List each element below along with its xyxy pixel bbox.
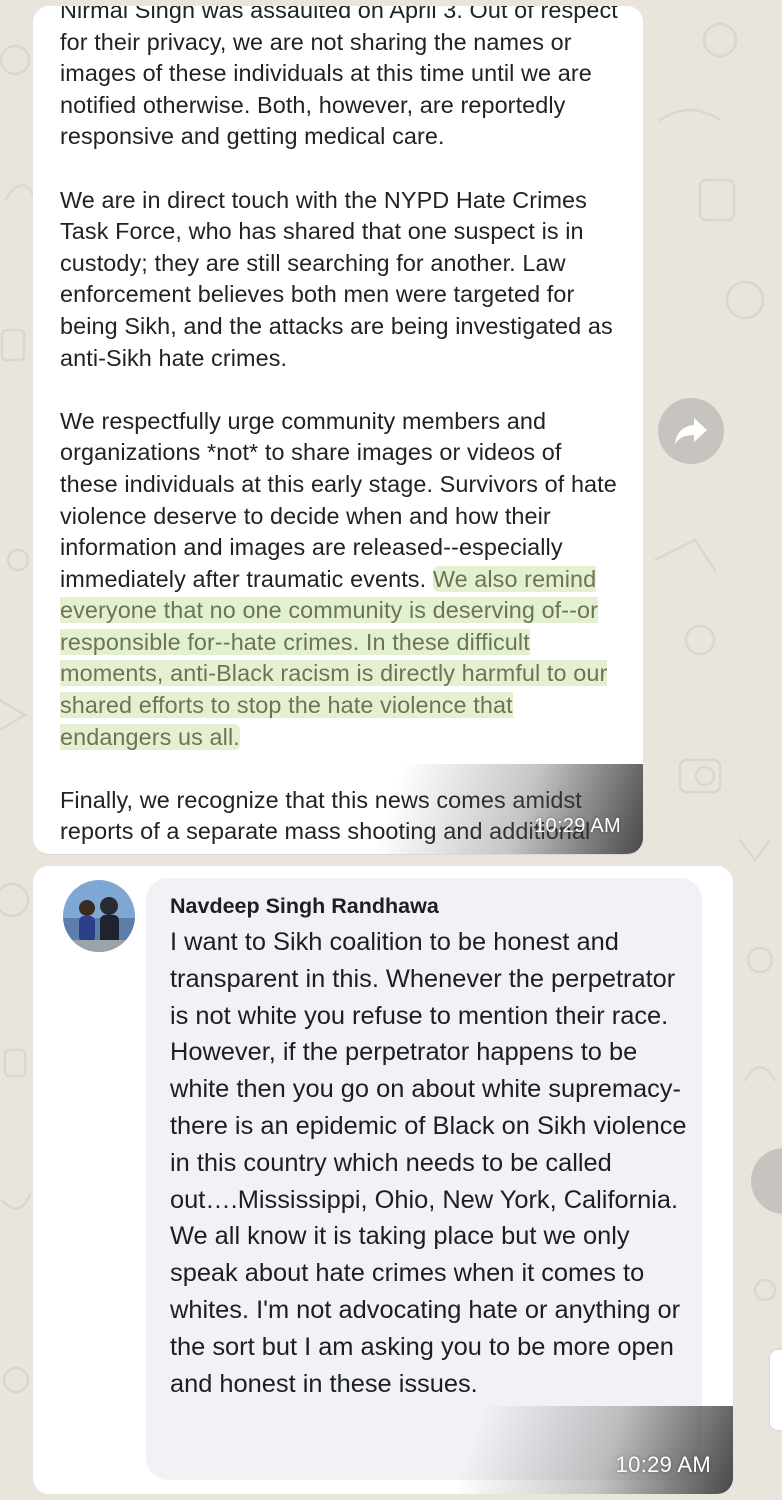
message-bubble-forwarded[interactable]: Nirmal Singh was assaulted on April 3. O… [33,6,643,854]
forward-button[interactable] [658,398,724,464]
message-paragraph-3: We respectfully urge community members a… [60,406,625,754]
message-paragraph-2: We are in direct touch with the NYPD Hat… [60,186,613,371]
message-paragraph-1: Nirmal Singh was assaulted on April 3. O… [60,6,618,150]
timestamp-shade [373,764,643,854]
message-text: Nirmal Singh was assaulted on April 3. O… [60,6,625,848]
message-bubble-image[interactable]: Navdeep Singh Randhawa I want to Sikh co… [33,866,733,1494]
comment-bubble: Navdeep Singh Randhawa I want to Sikh co… [146,878,702,1480]
message-paragraph-3-text: We respectfully urge community members a… [60,407,617,592]
message-timestamp: 10:29 AM [615,1452,711,1477]
forward-arrow-icon [675,418,707,444]
timestamp-shade [453,1406,733,1494]
comment-text: I want to Sikh coalition to be honest an… [170,928,687,1398]
avatar [63,880,135,952]
message-timestamp: 10:29 AM [534,815,621,837]
offscreen-bubble-edge [770,1350,782,1430]
comment-author: Navdeep Singh Randhawa [170,894,439,918]
highlighted-text: We also remind everyone that no one comm… [60,565,608,750]
